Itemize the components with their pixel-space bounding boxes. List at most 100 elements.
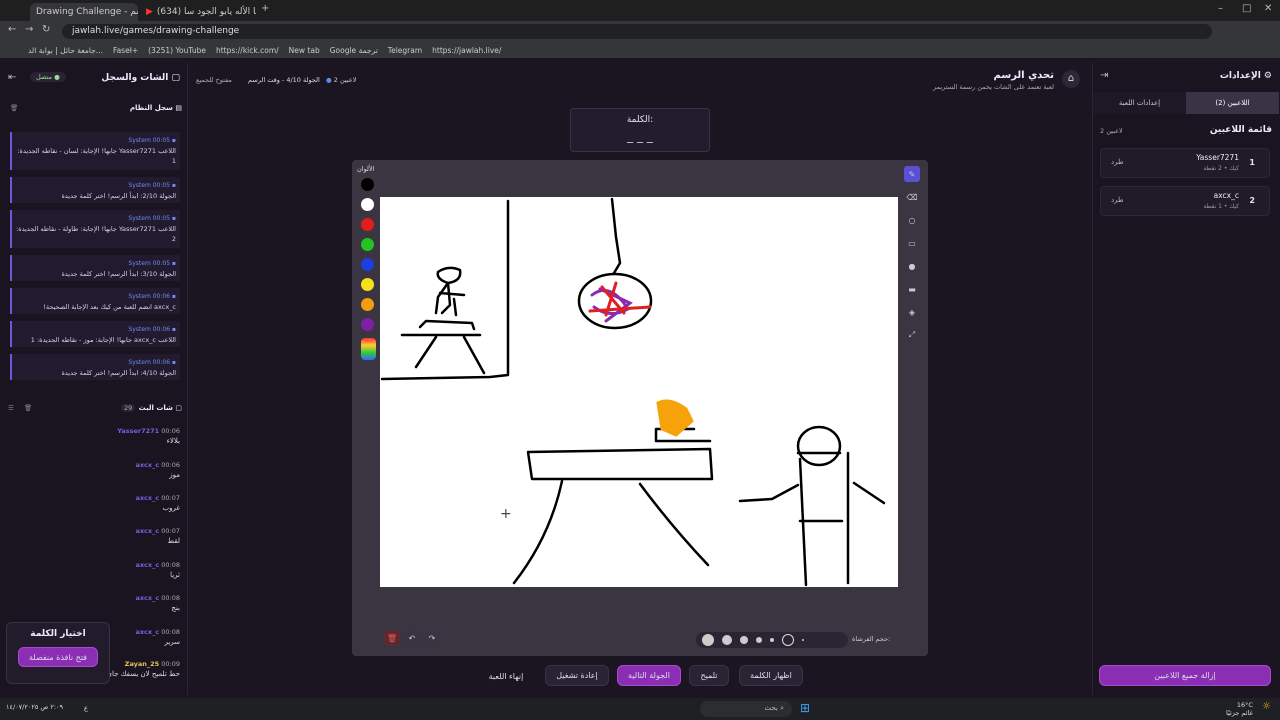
bookmark[interactable]: جامعة حائل | بوابة الد... [28,46,103,55]
brush-size-option[interactable] [802,639,804,641]
color-swatch[interactable] [361,218,374,231]
brush-size-option-selected[interactable] [782,634,794,646]
system-message: ▪ System 00:05 الجولة 2/10: ابدأ الرسم! ا… [10,177,180,203]
drawing-canvas[interactable] [380,197,898,587]
url-input[interactable]: jawlah.live/games/drawing-challenge [62,24,1212,39]
trash-icon[interactable]: 🗑 [24,404,32,412]
restart-button[interactable]: إعادة تشغيل [545,665,609,686]
bookmark[interactable]: Google ترجمة [330,46,378,55]
color-palette [361,178,376,331]
new-tab-button[interactable]: + [261,3,269,14]
brush-size-option[interactable] [770,638,774,642]
chat-message: axcx_c 00:06 موز [135,461,180,479]
fill-bucket-icon[interactable]: ◈ [904,304,920,320]
system-message: ▪ System 00:05 اللاعب Yasser7271 جابها! ا… [10,132,180,170]
chat-header: شات البث ▢ [138,404,182,412]
eraser-icon[interactable]: ⌫ [904,189,920,205]
brush-size-label: حجم الفرشاة: [852,635,891,643]
chat-count-badge: 29 [121,404,136,412]
chat-message: axcx_c 00:08 بنج [135,594,180,612]
bookmark[interactable]: Telegram [388,46,422,55]
stroke [380,199,510,381]
circle-tool-icon[interactable]: ○ [904,212,920,228]
tab-youtube[interactable]: ▶(634) حنا طلبنا الأله يابو الجود سا... [140,3,256,21]
trash-icon[interactable]: 🗑 [10,104,18,112]
brush-size-option[interactable] [722,635,732,645]
chat-message: Yasser7271 00:06 بلالاء [117,427,180,445]
brush-size-option[interactable] [702,634,714,646]
end-game-button[interactable]: إنهاء اللعبة [480,667,532,685]
colors-label: الألوان [357,165,375,173]
language-indicator[interactable]: ع [84,704,88,712]
bookmark[interactable]: Faseł+ [113,46,138,55]
taskbar-search[interactable]: بحث ⌕ [700,701,792,717]
player-meta: كيك • 2 نقطة [1203,165,1239,172]
undo-icon[interactable]: ↶ [404,630,420,646]
reload-icon[interactable]: ↻ [42,24,50,35]
tab-title: (634) حنا طلبنا الأله يابو الجود سا... [156,7,256,17]
color-swatch[interactable] [361,178,374,191]
system-message: ▪ System 00:06 axcx_c انضم للعبة من كيك ب… [10,288,180,314]
rectangle-tool-icon[interactable]: ▭ [904,235,920,251]
custom-color-swatch[interactable] [361,338,376,360]
player-rank: 1 [1249,158,1255,167]
color-swatch[interactable] [361,258,374,271]
clear-icon[interactable]: 🗑 [384,630,400,646]
collapse-panel-icon[interactable]: ⇥ [1100,70,1108,81]
color-swatch[interactable] [361,298,374,311]
pencil-icon[interactable]: ✎ [904,166,920,182]
brush-size-option[interactable] [756,637,762,643]
back-icon[interactable]: ← [8,24,16,35]
maximize-button[interactable]: □ [1242,3,1251,14]
bookmark[interactable]: (3251) YouTube [148,46,206,55]
color-swatch[interactable] [361,318,374,331]
redo-icon[interactable]: ↷ [424,630,440,646]
kick-button[interactable]: طرد [1111,196,1124,204]
filter-icon[interactable]: ☰ [8,404,14,412]
system-message: ▪ System 00:06 اللاعب axcx_c جابها! الإجا… [10,321,180,347]
system-message: ▪ System 00:06 الجولة 4/10: ابدأ الرسم! ا… [10,354,180,380]
color-swatch[interactable] [361,278,374,291]
stroke [796,425,842,467]
weather-icon: ☼ [1262,701,1271,712]
player-rank: 2 [1249,196,1255,205]
stroke [590,287,633,323]
system-log-header: سجل النظام ▤ [129,104,182,112]
player-row: 1 Yasser7271 كيك • 2 نقطة طرد [1100,148,1270,178]
players-count: 2 لاعبين [1100,127,1123,135]
players-badge: ● 2 لاعبين [326,76,357,84]
brush-size-option[interactable] [740,636,748,644]
home-icon[interactable]: ⌂ [1062,70,1080,88]
color-swatch[interactable] [361,238,374,251]
color-swatch[interactable] [361,198,374,211]
remove-all-players-button[interactable]: إزالة جميع اللاعبين [1099,665,1271,686]
bookmark[interactable]: https://kick.com/ [216,46,279,55]
hint-button[interactable]: تلميح [689,665,729,686]
kick-button[interactable]: طرد [1111,158,1124,166]
panel-title: الشات والسجل ▢ [101,73,180,83]
chat-message: axcx_c 00:07 غروب [135,494,180,512]
line-tool-icon[interactable]: ⤢ [904,327,920,343]
settings-title: الإعدادات ⚙ [1219,71,1272,81]
tab-game-settings[interactable]: إعدادات اللعبة [1093,92,1186,114]
open-popup-button[interactable]: فتح نافذة منفصلة [18,647,98,667]
crosshair-cursor: + [500,506,512,522]
bookmarks-bar: جامعة حائل | بوابة الد... Faseł+ (3251) … [0,42,1280,58]
reveal-word-button[interactable]: اظهار الكلمة [739,665,803,686]
open-label: مفتوح للجميع [196,76,232,84]
forward-icon[interactable]: → [25,24,33,35]
collapse-panel-icon[interactable]: ⇤ [8,72,16,83]
tab-players[interactable]: اللاعبين (2) [1186,92,1279,114]
tab-drawing-challenge[interactable]: Drawing Challenge - تحدي الرسم [30,3,138,21]
filled-rectangle-icon[interactable]: ▬ [904,281,920,297]
word-mask: _ _ _ [627,129,653,143]
bookmark[interactable]: New tab [289,46,320,55]
minimize-button[interactable]: – [1218,3,1223,14]
bookmark[interactable]: https://jawlah.live/ [432,46,501,55]
browser-tab-bar: Drawing Challenge - تحدي الرسم ▶(634) حن… [0,0,1280,21]
next-round-button[interactable]: الجولة التالية [617,665,681,686]
windows-start-icon[interactable]: ⊞ [800,701,810,715]
filled-circle-icon[interactable]: ● [904,258,920,274]
close-window-button[interactable]: ✕ [1264,3,1272,14]
system-message: ▪ System 00:05 اللاعب Yasser7271 جابها! ا… [10,210,180,248]
